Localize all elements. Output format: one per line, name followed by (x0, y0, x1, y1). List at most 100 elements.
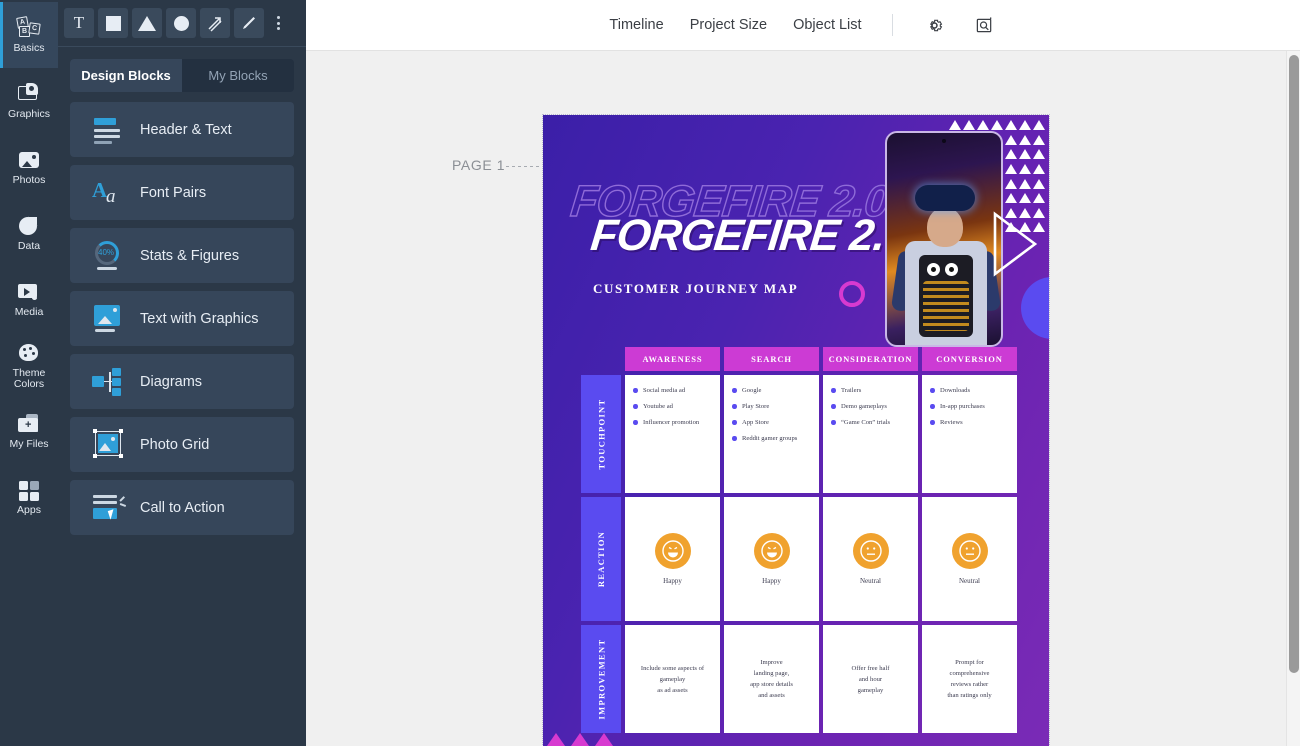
reaction-label: Neutral (959, 577, 980, 585)
stats-figures-icon: 40% (92, 240, 126, 271)
search-preview-icon[interactable] (973, 13, 997, 37)
table-cell: Social media ad Youtube ad Influencer pr… (625, 375, 720, 493)
table-row: IMPROVEMENT Include some aspects of game… (581, 625, 1017, 733)
line-arrow-tool[interactable] (200, 8, 230, 38)
triangle-tool[interactable] (132, 8, 162, 38)
block-photo-grid[interactable]: Photo Grid (70, 417, 294, 472)
panel-tabs: Design Blocks My Blocks (70, 59, 294, 92)
neutral-face-icon (951, 533, 988, 569)
reaction-label: Neutral (860, 577, 881, 585)
photo-icon (16, 148, 42, 172)
table-cell: Trailers Demo gameplays “Game Con” trial… (823, 375, 918, 493)
table-row: TOUCHPOINT Social media ad Youtube ad In… (581, 375, 1017, 493)
left-nav-rail: ABC Basics Graphics Photos Data Media Th… (0, 0, 58, 746)
sidebar-item-label: Media (14, 306, 44, 318)
palette-icon (16, 341, 42, 365)
sidebar-item-label: Photos (12, 174, 46, 186)
kebab-icon (276, 16, 280, 30)
header-text-icon (92, 115, 126, 145)
play-triangle-decoration (991, 211, 1038, 277)
design-title: FORGEFIRE 2.0 (588, 211, 911, 260)
app-root: ABC Basics Graphics Photos Data Media Th… (0, 0, 1300, 746)
canvas-vertical-scrollbar[interactable] (1286, 51, 1300, 746)
block-label: Call to Action (140, 499, 225, 516)
design-canvas[interactable]: PAGE 1 FORGEFIRE 2.0 FORGEFIRE 2.0 CUSTO… (306, 51, 1300, 746)
toolbar-divider (891, 14, 893, 36)
table-cell: Offer free half and hour gameplay (823, 625, 918, 733)
square-icon (105, 15, 121, 31)
block-label: Photo Grid (140, 436, 210, 453)
improvement-text: Improve landing page, app store details … (750, 659, 793, 699)
block-call-to-action[interactable]: Call to Action (70, 480, 294, 535)
tab-my-blocks[interactable]: My Blocks (182, 59, 294, 92)
block-label: Header & Text (140, 121, 232, 138)
sidebar-item-basics[interactable]: ABC Basics (0, 2, 58, 68)
sidebar-item-theme-colors[interactable]: Theme Colors (0, 332, 58, 398)
journey-table-header: AWARENESS SEARCH CONSIDERATION CONVERSIO… (581, 347, 1017, 371)
apps-grid-icon (16, 478, 42, 502)
sidebar-item-label: Graphics (7, 108, 50, 120)
improvement-text: Offer free half and hour gameplay (851, 664, 890, 694)
pen-tool[interactable] (234, 8, 264, 38)
sidebar-item-graphics[interactable]: Graphics (0, 68, 58, 134)
basics-blocks-icon: ABC (16, 16, 42, 40)
graphics-icon (16, 82, 42, 106)
block-diagrams[interactable]: Diagrams (70, 354, 294, 409)
more-tools[interactable] (268, 8, 288, 38)
block-stats-and-figures[interactable]: 40% Stats & Figures (70, 228, 294, 283)
column-header-conversion: CONVERSION (922, 347, 1017, 371)
happy-face-icon (753, 533, 790, 569)
double-arrow-icon (208, 17, 222, 32)
table-cell: Include some aspects of gameplay as ad a… (625, 625, 720, 733)
sidebar-item-photos[interactable]: Photos (0, 134, 58, 200)
sidebar-item-label: My Files (9, 438, 49, 450)
table-cell: Happy (724, 497, 819, 621)
sidebar-item-apps[interactable]: Apps (0, 464, 58, 530)
circle-tool[interactable] (166, 8, 196, 38)
rectangle-tool[interactable] (98, 8, 128, 38)
sidebar-item-label: Data (17, 240, 41, 252)
improvement-text: Include some aspects of gameplay as ad a… (640, 664, 705, 694)
block-label: Font Pairs (140, 184, 207, 201)
pie-chart-icon (16, 214, 42, 238)
text-graphics-icon (92, 304, 126, 334)
neutral-face-icon (852, 533, 889, 569)
block-font-pairs[interactable]: Aa Font Pairs (70, 165, 294, 220)
block-text-with-graphics[interactable]: Text with Graphics (70, 291, 294, 346)
sidebar-item-media[interactable]: Media (0, 266, 58, 332)
sidebar-item-label: Theme Colors (12, 366, 46, 390)
topbar-link-timeline[interactable]: Timeline (609, 17, 663, 33)
table-cell: Google Play Store App Store Reddit gamer… (724, 375, 819, 493)
block-label: Text with Graphics (140, 310, 259, 327)
table-cell: Improve landing page, app store details … (724, 625, 819, 733)
improvement-text: Prompt for comprehensive reviews rather … (947, 659, 992, 699)
text-tool[interactable]: T (64, 8, 94, 38)
photo-grid-icon (92, 428, 126, 460)
customer-journey-table: AWARENESS SEARCH CONSIDERATION CONVERSIO… (581, 347, 1017, 733)
design-artboard[interactable]: FORGEFIRE 2.0 FORGEFIRE 2.0 CUSTOMER JOU… (542, 114, 1050, 746)
sidebar-item-my-files[interactable]: + My Files (0, 398, 58, 464)
gear-icon[interactable] (923, 13, 947, 37)
triangle-icon (138, 15, 156, 31)
tab-design-blocks[interactable]: Design Blocks (70, 59, 182, 92)
topbar-link-project-size[interactable]: Project Size (690, 17, 767, 33)
scrollbar-thumb[interactable] (1289, 55, 1299, 673)
reaction-label: Happy (762, 577, 781, 585)
stats-badge: 40% (98, 247, 115, 257)
page-label: PAGE 1 (452, 157, 506, 173)
block-label: Stats & Figures (140, 247, 240, 264)
folder-icon: + (16, 412, 42, 436)
column-header-search: SEARCH (724, 347, 819, 371)
table-cell: Neutral (922, 497, 1017, 621)
phone-mockup-image (885, 131, 1003, 347)
sidebar-item-data[interactable]: Data (0, 200, 58, 266)
column-header-awareness: AWARENESS (625, 347, 720, 371)
table-cell: Neutral (823, 497, 918, 621)
call-to-action-icon (92, 493, 126, 523)
happy-face-icon (654, 533, 691, 569)
page-leader-line (506, 166, 548, 167)
block-header-and-text[interactable]: Header & Text (70, 102, 294, 157)
topbar-link-object-list[interactable]: Object List (793, 17, 862, 33)
row-label-touchpoint: TOUCHPOINT (581, 375, 621, 493)
table-cell: Downloads In-app purchases Reviews (922, 375, 1017, 493)
